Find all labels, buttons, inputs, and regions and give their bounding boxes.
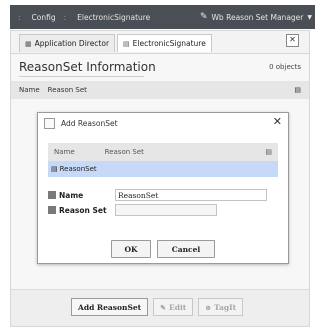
breadcrumb-separator: : [18, 12, 21, 22]
tagit-label: TagIt [214, 302, 237, 312]
dialog-column-name[interactable]: Name [54, 148, 75, 156]
tab-label: ElectronicSignature [132, 39, 206, 48]
dialog-fields: Name Reason Set [48, 188, 267, 218]
tab-application-director[interactable]: ▦ Application Director [19, 34, 116, 52]
dialog-column-menu-icon[interactable]: ▤ [265, 148, 272, 156]
pen-icon: ✎ [199, 12, 208, 22]
tag-icon: ⊕ [205, 302, 212, 312]
tab-label: Application Director [34, 39, 110, 48]
folder-icon: ▤ [123, 39, 130, 48]
table-row[interactable]: ▤ ReasonSet [48, 161, 278, 177]
title-underline [19, 76, 144, 77]
column-menu-icon[interactable]: ▤ [294, 86, 301, 94]
tagit-button[interactable]: ⊕ TagIt [198, 298, 244, 316]
breadcrumb-electronic-signature[interactable]: ElectronicSignature [77, 13, 150, 22]
name-label: Name [59, 190, 84, 200]
reason-set-field-row: Reason Set [48, 203, 267, 217]
window-icon [44, 118, 55, 129]
tab-bar: ▦ Application Director ▤ ElectronicSigna… [19, 34, 214, 52]
breadcrumb-separator: : [63, 12, 67, 22]
name-field-row: Name [48, 188, 267, 202]
add-reasonset-button[interactable]: Add ReasonSet [71, 298, 149, 316]
reasonset-icon: ▤ [51, 165, 58, 173]
ok-button[interactable]: OK [111, 240, 151, 258]
chevron-down-icon[interactable]: ▼ [307, 14, 312, 21]
dialog-column-reason-set[interactable]: Reason Set [105, 148, 144, 156]
dialog-table-header: Name Reason Set ▤ [48, 143, 278, 161]
edit-label: Edit [169, 302, 187, 312]
add-reasonset-dialog: Add ReasonSet ✕ Name Reason Set ▤ ▤ Reas… [37, 112, 289, 264]
name-input[interactable] [115, 189, 267, 201]
dialog-button-row: OK Cancel [38, 240, 288, 258]
close-tab-button[interactable]: ✕ [286, 34, 299, 47]
dialog-title-text: Add ReasonSet [61, 119, 118, 128]
breadcrumb-config[interactable]: Config [32, 13, 56, 22]
page-title: ReasonSet Information [19, 60, 156, 74]
edit-icon: ✎ [160, 302, 166, 312]
object-count: 0 objects [269, 63, 301, 71]
reason-set-label: Reason Set [59, 205, 107, 215]
field-icon [48, 191, 56, 199]
action-bar: Add ReasonSet ✎ Edit ⊕ TagIt [11, 289, 309, 326]
column-name[interactable]: Name [19, 86, 40, 94]
field-icon [48, 206, 56, 214]
dialog-close-button[interactable]: ✕ [273, 115, 282, 128]
app-director-icon: ▦ [25, 39, 32, 48]
reason-set-input[interactable] [115, 204, 217, 216]
view-selector[interactable]: Wb Reason Set Manager [212, 13, 304, 22]
tab-electronic-signature[interactable]: ▤ ElectronicSignature [117, 34, 212, 52]
dialog-list: Name Reason Set ▤ ▤ ReasonSet [48, 143, 278, 183]
dialog-title: Add ReasonSet [44, 118, 118, 129]
table-header: Name Reason Set ▤ [11, 81, 309, 99]
cancel-button[interactable]: Cancel [157, 240, 215, 258]
edit-button[interactable]: ✎ Edit [153, 298, 194, 316]
column-reason-set[interactable]: Reason Set [48, 86, 87, 94]
row-name: ReasonSet [59, 165, 97, 173]
top-navigation-bar: : Config : ElectronicSignature ✎ Wb Reas… [10, 5, 315, 29]
